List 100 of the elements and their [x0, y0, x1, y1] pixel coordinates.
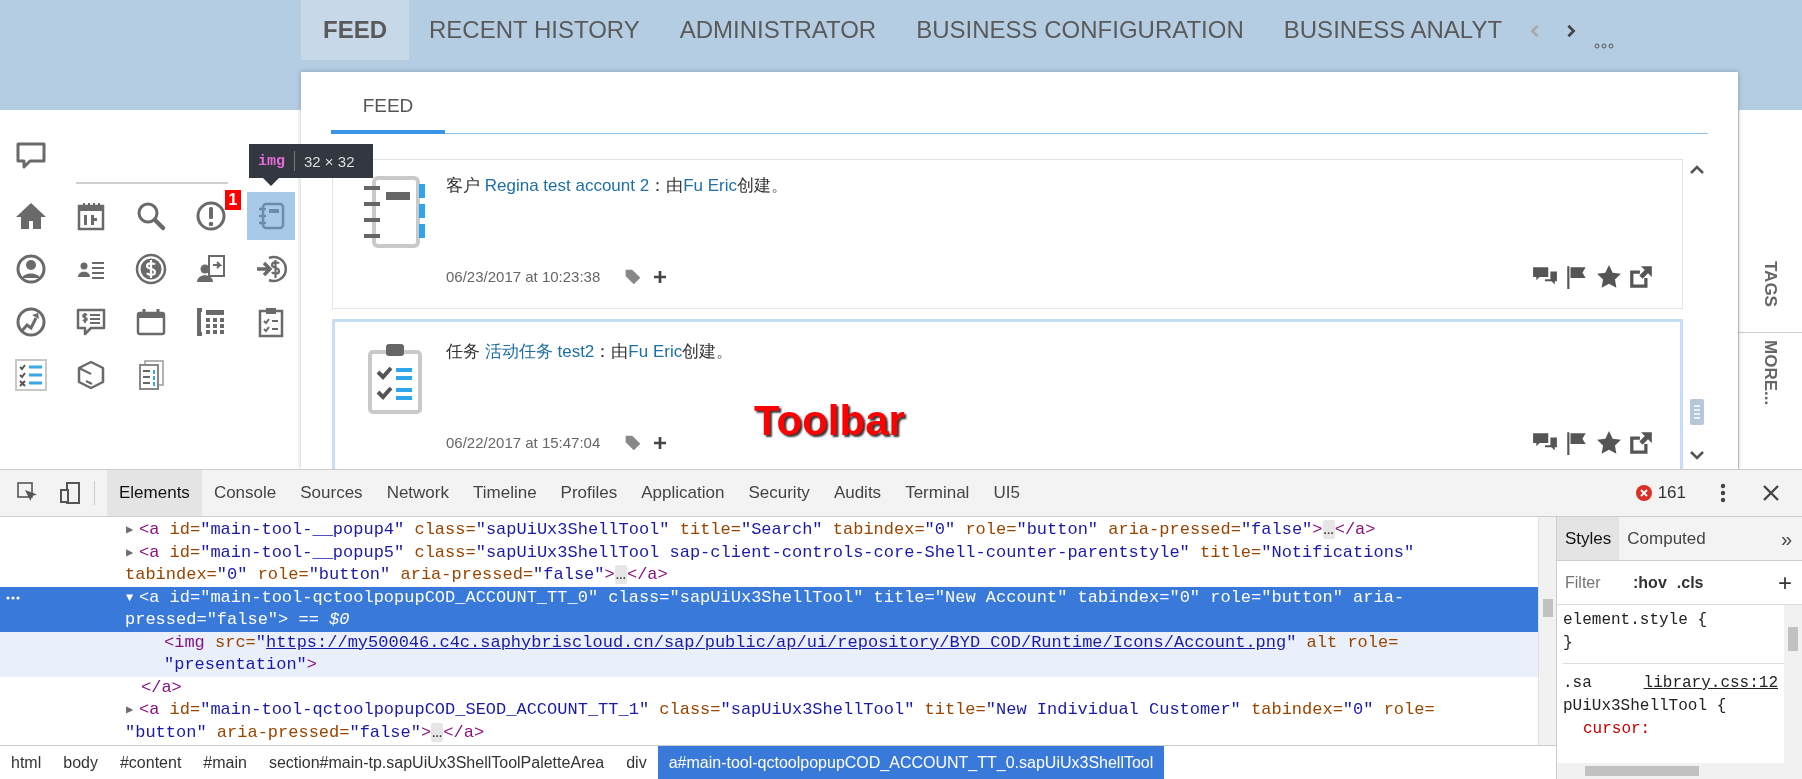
- star-icon[interactable]: [1596, 264, 1622, 290]
- open-icon[interactable]: [1628, 430, 1654, 456]
- breadcrumb[interactable]: a#main-tool-qctoolpopupCOD_ACCOUNT_TT_0.sapUiUx3ShellTool: [657, 746, 1165, 779]
- styles-tab[interactable]: Computed: [1619, 517, 1714, 560]
- breadcrumb[interactable]: body: [52, 746, 109, 779]
- link[interactable]: https://my500046.c4c.saphybriscloud.cn/sap/public/ap/ui/repository/BYD_COD/Runtime/Icons/Account.png: [266, 632, 1287, 652]
- nav-tab[interactable]: BUSINESS ANALYT: [1263, 0, 1523, 60]
- feed-text: 客户 Regina test account 2：由Fu Eric创建。: [446, 175, 790, 197]
- feed-text: 任务 活动任务 test2：由Fu Eric创建。: [446, 341, 735, 363]
- home-icon: [15, 200, 47, 232]
- code-line: "button" aria-pressed="false">…</a>: [125, 721, 485, 744]
- nav-tab[interactable]: RECENT HISTORY: [409, 0, 660, 60]
- plus-icon[interactable]: [652, 435, 669, 451]
- code-line: tabindex="0" role="button" aria-pressed="false">…</a>: [125, 564, 668, 586]
- more-icon[interactable]: [6, 595, 20, 600]
- toggle-button[interactable]: :hov: [1633, 570, 1667, 595]
- code-row[interactable]: "presentation">: [0, 654, 1538, 677]
- devtools-tab[interactable]: Profiles: [548, 470, 630, 516]
- code-line: <img src="https://my500046.c4c.saphybriscloud.cn/sap/public/ap/ui/repository/BYD_COD/Runtime/Icons/Account.png" alt role=: [164, 631, 1399, 654]
- scroll-thumb[interactable]: [1689, 399, 1704, 425]
- styles-tab[interactable]: Styles: [1557, 517, 1620, 560]
- more-tabs-button[interactable]: »: [1770, 517, 1802, 560]
- code-line: pressed="false"> == $0: [125, 609, 350, 631]
- breadcrumb[interactable]: section#main-tp.sapUiUx3ShellToolPaletteArea: [257, 746, 616, 779]
- code-row[interactable]: ▶ <a id="main-tool-__popup4" class="sapUiUx3ShellTool" title="Search" tabindex="0" role="button" aria-pressed="false">…</a>: [0, 519, 1538, 542]
- expand-toggle[interactable]: ▶: [126, 541, 139, 564]
- calendar-icon: [75, 200, 107, 232]
- chart-circle-icon: [15, 306, 47, 338]
- devtools-tab[interactable]: Sources: [288, 470, 375, 516]
- scroll-thumb[interactable]: [1788, 627, 1798, 651]
- breadcrumb[interactable]: html: [0, 746, 53, 779]
- scrollbar[interactable]: [1538, 517, 1556, 745]
- link[interactable]: Fu Eric: [683, 176, 738, 195]
- add-button[interactable]: +: [1778, 564, 1792, 601]
- sub-tab[interactable]: FEED: [331, 91, 445, 134]
- devtools-tab[interactable]: Application: [629, 470, 737, 516]
- open-icon[interactable]: [1628, 264, 1654, 290]
- code-row[interactable]: </a>: [0, 676, 1538, 699]
- filter-field[interactable]: Filter: [1565, 570, 1623, 595]
- devtools-tab[interactable]: Console: [201, 470, 289, 516]
- nav-tab[interactable]: BUSINESS CONFIGURATION: [896, 0, 1264, 60]
- person-document-icon: [195, 253, 227, 285]
- code-line: <a id="main-tool-qctoolpopupCOD_ACCOUNT_TT_0" class="sapUiUx3ShellTool" title="New Account" tabindex="0" role="button" aria-: [139, 586, 1405, 609]
- plus-icon[interactable]: [652, 269, 669, 285]
- code-row[interactable]: ▶ <a id="main-tool-__popup5" class="sapUiUx3ShellTool sap-client-controls-core-Shell-counter-parentstyle" title="Notifications": [0, 541, 1538, 564]
- arrow-dollar-icon: [255, 253, 287, 285]
- scrollbar[interactable]: [1784, 605, 1802, 763]
- toggle-button[interactable]: .cls: [1676, 570, 1704, 595]
- link[interactable]: 活动任务 test2: [484, 342, 595, 361]
- side-tab[interactable]: TAGS: [1757, 235, 1784, 332]
- notification-count: 1: [225, 190, 241, 210]
- scroll-thumb[interactable]: [1585, 766, 1699, 776]
- tag-icon[interactable]: [624, 268, 643, 286]
- devtools-tab[interactable]: Terminal: [893, 470, 982, 516]
- device-icon[interactable]: [58, 481, 82, 505]
- code-row[interactable]: pressed="false"> == $0: [0, 609, 1538, 632]
- devtools-tab[interactable]: UI5: [981, 470, 1032, 516]
- dollar-icon: [135, 253, 167, 285]
- link[interactable]: library.css:12: [1643, 672, 1778, 695]
- checklist-icon: [15, 359, 47, 391]
- person-icon: [15, 253, 47, 285]
- close-icon[interactable]: [1762, 484, 1780, 502]
- devtools-tab[interactable]: Network: [374, 470, 461, 516]
- more-icon[interactable]: [1594, 43, 1615, 49]
- tag-icon[interactable]: [624, 434, 643, 452]
- nav-tab[interactable]: FEED: [301, 0, 409, 60]
- error-count: 161: [1657, 482, 1686, 505]
- devtools-tab[interactable]: Security: [736, 470, 822, 516]
- search-icon: [135, 200, 167, 232]
- code-line: <a id="main-tool-qctoolpopupCOD_SEOD_ACCOUNT_TT_1" class="sapUiUx3ShellTool" title="New Individual Customer" tabindex="0" role=: [139, 699, 1435, 721]
- element-tag: img: [258, 151, 285, 174]
- code-row[interactable]: ▼ <a id="main-tool-qctoolpopupCOD_ACCOUNT_TT_0" class="sapUiUx3ShellTool" title="New Account" tabindex="0" role="button" aria-: [0, 586, 1538, 609]
- breadcrumb[interactable]: div: [615, 746, 658, 779]
- devtools-tab[interactable]: Timeline: [461, 470, 549, 516]
- code-row[interactable]: ▶ <a id="main-tool-qctoolpopupCOD_SEOD_ACCOUNT_TT_1" class="sapUiUx3ShellTool" title="New Individual Customer" tabindex="0" role=: [0, 699, 1538, 722]
- code-line: </a>: [141, 676, 182, 699]
- code-row[interactable]: tabindex="0" role="button" aria-pressed="false">…</a>: [0, 564, 1538, 587]
- breadcrumb[interactable]: #content: [108, 746, 193, 779]
- css-selector: pUiUx3ShellTool {: [1563, 696, 1728, 717]
- code-row[interactable]: "button" aria-pressed="false">…</a>: [0, 721, 1538, 744]
- code-row[interactable]: <img src="https://my500046.c4c.saphybriscloud.cn/sap/public/ap/ui/repository/BYD_COD/Runtime/Icons/Account.png" alt role=: [0, 631, 1538, 654]
- scrollbar[interactable]: [1557, 763, 1802, 779]
- link[interactable]: Fu Eric: [628, 342, 683, 361]
- annotation: Toolbar: [754, 396, 905, 446]
- breadcrumb[interactable]: #main: [192, 746, 258, 779]
- kebab-menu-icon[interactable]: [1720, 483, 1726, 503]
- star-icon[interactable]: [1596, 430, 1622, 456]
- link[interactable]: Regina test account 2: [484, 176, 650, 195]
- expand-toggle[interactable]: ▶: [126, 519, 139, 542]
- alert-icon: [195, 200, 227, 232]
- chevron-down-icon[interactable]: [1688, 448, 1705, 462]
- nav-tab[interactable]: ADMINISTRATOR: [659, 0, 897, 60]
- devtools-tab[interactable]: Audits: [821, 470, 894, 516]
- error-icon: [1634, 484, 1653, 502]
- scroll-thumb[interactable]: [1542, 599, 1553, 617]
- phone-keypad-icon: [195, 306, 227, 338]
- expand-toggle[interactable]: ▶: [126, 699, 139, 722]
- devtools-tab[interactable]: Elements: [107, 470, 202, 516]
- expand-toggle[interactable]: ▼: [126, 586, 139, 609]
- side-tab[interactable]: MORE...: [1757, 340, 1784, 406]
